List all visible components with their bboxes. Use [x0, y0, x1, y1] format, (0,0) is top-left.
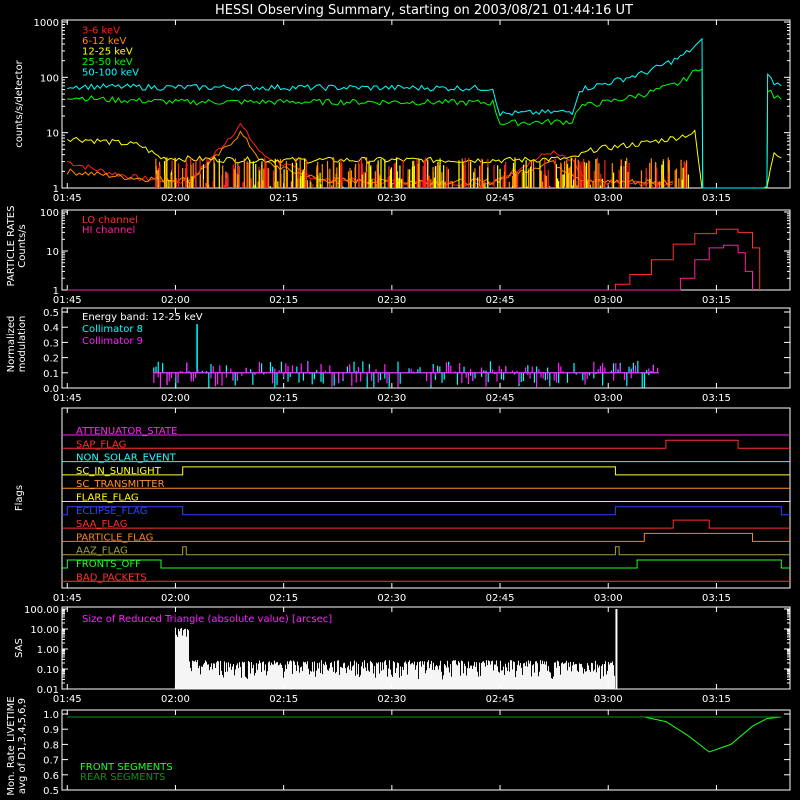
flag-label: FRONTS_OFF	[76, 559, 141, 570]
y-axis-label: Normalizedmodulation	[6, 316, 28, 373]
y-tick-label: 100.00	[24, 605, 59, 616]
x-tick-label: 02:00	[161, 393, 190, 404]
y-tick-label: 0.7	[43, 756, 59, 767]
flag-label: SAP_FLAG	[76, 439, 126, 450]
x-tick-label: 02:45	[486, 295, 515, 306]
y-tick-label: 1.00	[37, 645, 59, 656]
legend-entry: 50-100 keV	[82, 68, 139, 79]
x-tick-label: 03:00	[594, 295, 623, 306]
x-tick-label: 02:30	[377, 393, 406, 404]
flag-label: ATTENUATOR_STATE	[76, 426, 177, 437]
flag-label: NON_SOLAR_EVENT	[76, 453, 177, 464]
x-tick-label: 02:00	[161, 694, 190, 705]
flag-label: PARTICLE_FLAG	[76, 532, 153, 543]
observing-summary-chart: HESSI Observing Summary, starting on 200…	[0, 0, 800, 800]
x-tick-label: 02:00	[161, 193, 190, 204]
x-tick-label: 02:15	[269, 393, 298, 404]
y-tick-label: 10.00	[30, 625, 59, 636]
x-tick-label: 03:15	[702, 393, 731, 404]
flag-label: FLARE_FLAG	[76, 493, 139, 504]
x-tick-label: 03:15	[702, 193, 731, 204]
legend-entry: REAR SEGMENTS	[80, 772, 166, 783]
y-tick-label: 0.5	[43, 786, 59, 797]
y-tick-label: 1000	[34, 18, 59, 29]
legend-entry: 6-12 keV	[82, 36, 126, 47]
y-tick-label: 0.1	[43, 369, 59, 380]
flag-label: ECLIPSE_FLAG	[76, 506, 147, 517]
x-tick-label: 03:15	[702, 295, 731, 306]
legend-entry: Collimator 9	[82, 336, 143, 347]
annotation: Size of Reduced Triangle (absolute value…	[82, 614, 332, 625]
x-tick-label: 02:15	[269, 694, 298, 705]
x-tick-label: 01:45	[53, 593, 82, 604]
annotation: Energy band: 12-25 keV	[82, 312, 203, 323]
flag-label: BAD_PACKETS	[76, 572, 147, 583]
y-axis-label: Mon. Rate LIVETIMEavg of D1,3,4,5,6,9	[6, 696, 28, 795]
x-tick-label: 02:30	[377, 193, 406, 204]
x-tick-label: 02:45	[486, 593, 515, 604]
flag-label: AAZ_FLAG	[76, 546, 128, 557]
x-tick-label: 03:00	[594, 694, 623, 705]
y-tick-label: 0.01	[37, 685, 59, 696]
y-axis-label: counts/s/detector	[14, 59, 25, 147]
x-tick-label: 02:45	[486, 193, 515, 204]
y-tick-label: 1	[53, 286, 59, 297]
flag-label: SC_TRANSMITTER	[76, 479, 165, 490]
x-tick-label: 03:00	[594, 193, 623, 204]
y-tick-label: 0.8	[43, 740, 59, 751]
y-tick-label: 0.10	[37, 665, 59, 676]
y-axis-label: SAS	[14, 638, 25, 658]
y-tick-label: 10	[46, 129, 59, 140]
legend-entry: 12-25 keV	[82, 47, 133, 58]
y-tick-label: 0.0	[43, 384, 59, 395]
y-tick-label: 0.9	[43, 725, 59, 736]
chart-title: HESSI Observing Summary, starting on 200…	[215, 3, 633, 18]
y-tick-label: 100	[40, 208, 59, 219]
x-tick-label: 02:45	[486, 393, 515, 404]
legend-entry: Collimator 8	[82, 324, 143, 335]
y-tick-label: 0.5	[43, 308, 59, 319]
y-axis-label: Flags	[14, 485, 25, 511]
x-tick-label: 02:15	[269, 295, 298, 306]
x-tick-label: 02:00	[161, 593, 190, 604]
x-tick-label: 02:45	[486, 694, 515, 705]
x-tick-label: 03:15	[702, 593, 731, 604]
y-tick-label: 10	[46, 247, 59, 258]
x-tick-label: 02:30	[377, 593, 406, 604]
y-tick-label: 1.0	[43, 710, 59, 721]
legend-entry: 3-6 keV	[82, 26, 120, 37]
y-tick-label: 0.2	[43, 354, 59, 365]
x-tick-label: 02:30	[377, 694, 406, 705]
y-tick-label: 0.3	[43, 338, 59, 349]
y-tick-label: 0.6	[43, 771, 59, 782]
x-tick-label: 03:15	[702, 694, 731, 705]
x-tick-label: 03:00	[594, 393, 623, 404]
y-tick-label: 0.4	[43, 323, 59, 334]
legend-entry: 25-50 keV	[82, 57, 133, 68]
y-tick-label: 1	[53, 184, 59, 195]
flag-label: SAA_FLAG	[76, 519, 127, 530]
x-tick-label: 02:15	[269, 193, 298, 204]
x-tick-label: 02:30	[377, 295, 406, 306]
x-tick-label: 02:15	[269, 593, 298, 604]
y-tick-label: 100	[40, 73, 59, 84]
x-tick-label: 03:00	[594, 593, 623, 604]
legend-entry: HI channel	[82, 225, 135, 236]
flag-label: SC_IN_SUNLIGHT	[76, 466, 162, 477]
x-tick-label: 02:00	[161, 295, 190, 306]
